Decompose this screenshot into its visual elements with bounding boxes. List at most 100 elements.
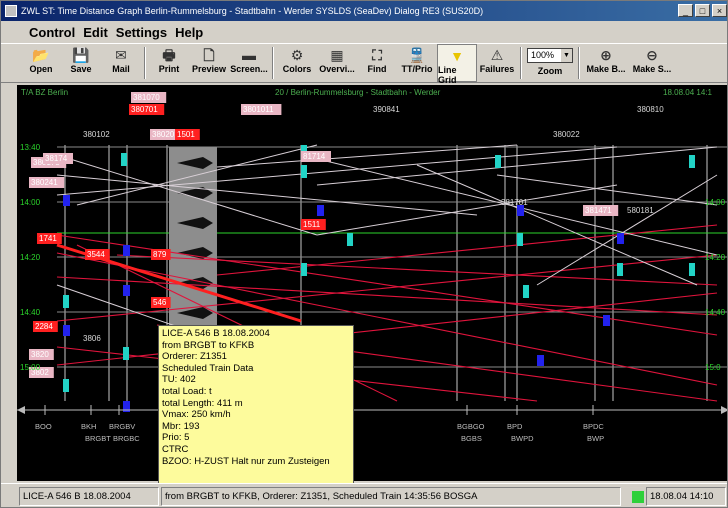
train-marker[interactable] [689, 155, 695, 168]
train-marker[interactable] [63, 295, 69, 308]
tooltip-line: BZOO: H-ZUST Halt nur zum Zusteigen [162, 455, 330, 467]
time-distance-graph[interactable]: T/A BZ Berlin 20 / Berlin-Rummelsburg - … [17, 85, 728, 481]
window-controls: _ □ × [678, 4, 727, 17]
failures-button[interactable]: ⚠ Failures [477, 44, 517, 82]
train-marker[interactable] [123, 347, 129, 360]
time-label: 14:40 [20, 308, 41, 317]
screen-button[interactable]: ▬ Screen... [229, 44, 269, 82]
train-number-label[interactable]: 580181 [627, 206, 654, 215]
train-path[interactable] [56, 174, 478, 216]
time-label: 14:20 [20, 253, 41, 262]
menu-edit[interactable]: Edit [83, 25, 108, 40]
train-number-label[interactable]: 380102 [83, 130, 110, 139]
preview-button[interactable]: 🗋 Preview [189, 44, 229, 82]
train-tooltip: LICE-A 546 B 18.08.2004 from BRGBT to KF… [158, 325, 354, 489]
chevron-down-icon[interactable]: ▼ [561, 49, 572, 62]
minimize-button[interactable]: _ [678, 4, 693, 17]
floppy-disk-icon: 💾 [72, 47, 90, 63]
train-marker[interactable] [317, 205, 324, 216]
train-number-label[interactable]: 38174 [45, 154, 68, 163]
menu-help[interactable]: Help [175, 25, 203, 40]
line-grid-button[interactable]: ▼ Line Grid [437, 44, 477, 85]
train-marker[interactable] [123, 285, 130, 296]
train-marker[interactable] [123, 245, 130, 256]
graph-canvas[interactable]: 381070 380701 3801011 390841 380810 380102 380… [17, 85, 728, 481]
train-marker[interactable] [523, 285, 529, 298]
train-number-label[interactable]: 879 [153, 250, 167, 259]
train-number-label[interactable]: 3806 [83, 334, 101, 343]
make-bigger-button[interactable]: ⊕ Make B... [583, 44, 629, 82]
train-number-label[interactable]: 1511 [303, 220, 321, 229]
menu-control[interactable]: Control [29, 25, 75, 40]
overview-icon: ▦ [330, 47, 344, 63]
print-button[interactable]: 🖶 Print [149, 44, 189, 82]
train-number-label[interactable]: 390841 [373, 105, 400, 114]
train-marker[interactable] [63, 195, 70, 206]
train-number-label[interactable]: 380022 [553, 130, 580, 139]
train-path[interactable] [56, 146, 618, 196]
train-number-label[interactable]: 380241 [31, 178, 58, 187]
application-window: ZWL ST: Time Distance Graph Berlin-Rumme… [0, 0, 728, 508]
station-code: BPDC [583, 422, 604, 431]
train-marker[interactable] [347, 233, 353, 246]
train-path[interactable] [56, 276, 718, 316]
train-path[interactable] [216, 144, 518, 168]
colors-button[interactable]: ⚙ Colors [277, 44, 317, 82]
train-number-label[interactable]: 2284 [35, 322, 53, 331]
zoom-control: 100% ▼ Zoom [525, 44, 575, 82]
time-label-right: 14:00 [705, 198, 726, 207]
tooltip-line: Scheduled Train Data [162, 362, 254, 374]
toolbar-separator [520, 47, 522, 79]
toolbar-separator [144, 47, 146, 79]
toolbar-separator [578, 47, 580, 79]
train-marker[interactable] [495, 155, 501, 168]
train-marker[interactable] [537, 355, 544, 366]
train-number-label[interactable]: 3544 [87, 250, 105, 259]
mail-button[interactable]: ✉ Mail [101, 44, 141, 82]
make-smaller-button[interactable]: ⊖ Make S... [629, 44, 675, 82]
find-button[interactable]: ⛶ Find [357, 44, 397, 82]
binoculars-icon: ⛶ [372, 47, 382, 63]
train-marker[interactable] [617, 233, 624, 244]
overview-button[interactable]: ▦ Overvi... [317, 44, 357, 82]
train-number-label[interactable]: 381070 [133, 93, 160, 102]
train-marker[interactable] [301, 263, 307, 276]
train-marker[interactable] [63, 325, 70, 336]
station-code: BRGBV [109, 422, 135, 431]
train-marker[interactable] [301, 165, 307, 178]
zoom-select[interactable]: 100% ▼ [527, 48, 573, 63]
open-button[interactable]: 📂 Open [21, 44, 61, 82]
train-path[interactable] [316, 184, 618, 236]
train-number-label[interactable]: 546 [153, 298, 167, 307]
train-number-label[interactable]: 1501 [177, 130, 195, 139]
train-number-label[interactable]: 380810 [637, 105, 664, 114]
station-name: BWPD [511, 434, 534, 443]
train-number-label[interactable]: 1741 [39, 234, 57, 243]
station-name: BWP [587, 434, 604, 443]
maximize-button[interactable]: □ [695, 4, 710, 17]
train-number-label[interactable]: 81714 [303, 152, 326, 161]
train-number-label[interactable]: 3801011 [243, 105, 274, 114]
tt-prio-button[interactable]: 🚆 TT/Prio [397, 44, 437, 82]
train-marker[interactable] [63, 379, 69, 392]
train-marker[interactable] [689, 263, 695, 276]
status-train: LICE-A 546 B 18.08.2004 [19, 487, 159, 506]
train-number-label[interactable]: 381471 [585, 206, 612, 215]
tooltip-line: Vmax: 250 km/h [162, 409, 231, 421]
train-marker[interactable] [517, 233, 523, 246]
app-icon [5, 5, 17, 17]
train-path[interactable] [496, 174, 718, 206]
train-number-label[interactable]: 381701 [501, 198, 528, 207]
close-button[interactable]: × [712, 4, 727, 17]
save-button[interactable]: 💾 Save [61, 44, 101, 82]
train-marker[interactable] [121, 153, 127, 166]
mail-icon: ✉ [115, 47, 127, 63]
train-number-label[interactable]: 380701 [131, 105, 158, 114]
arrow-right-icon [721, 406, 727, 414]
time-label-right: 15:0 [705, 363, 721, 372]
train-number-label[interactable]: 3820 [31, 350, 49, 359]
train-marker[interactable] [603, 315, 610, 326]
train-marker[interactable] [617, 263, 623, 276]
menu-settings[interactable]: Settings [116, 25, 167, 40]
status-detail: from BRGBT to KFKB, Orderer: Z1351, Sche… [161, 487, 621, 506]
